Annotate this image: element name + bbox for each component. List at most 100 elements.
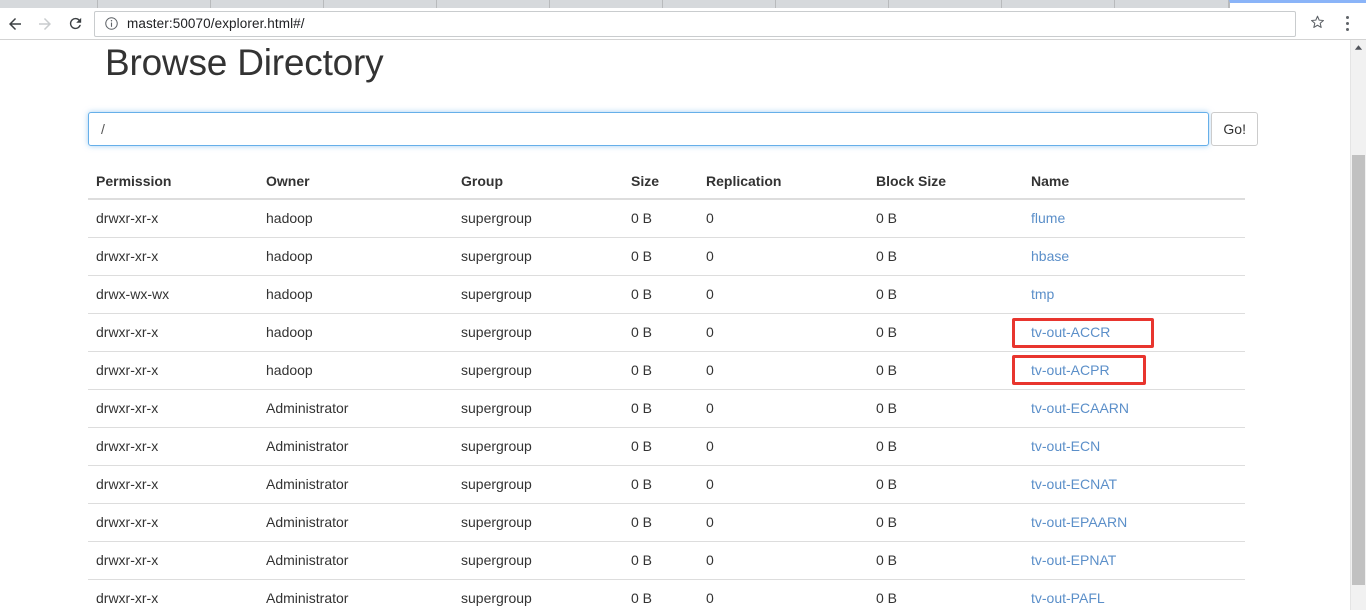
path-input[interactable]: [88, 112, 1210, 146]
column-header-size: Size: [623, 165, 698, 200]
cell-name: hbase: [1023, 237, 1245, 276]
column-header-permission: Permission: [88, 165, 258, 200]
scrollbar-thumb[interactable]: [1352, 155, 1365, 585]
table-header: Permission Owner Group Size Replication …: [88, 165, 1245, 200]
cell-owner: Administrator: [258, 541, 453, 580]
arrow-right-icon: [36, 15, 54, 33]
file-name-link[interactable]: tv-out-ECAARN: [1031, 400, 1129, 416]
table-row: drwx-wx-wx hadoop supergroup 0 B00 Btmp: [88, 275, 1245, 314]
tab-sliver[interactable]: [550, 0, 663, 8]
column-header-name: Name: [1023, 165, 1245, 200]
tab-active[interactable]: [1229, 0, 1366, 8]
file-name-link[interactable]: hbase: [1031, 248, 1069, 264]
cell-block-size: 0 B: [868, 275, 1023, 314]
column-header-replication: Replication: [698, 165, 868, 200]
cell-permission: drwxr-xr-x: [96, 210, 159, 226]
file-name-link[interactable]: tv-out-EPAARN: [1031, 514, 1127, 530]
cell-block-size: 0 B: [868, 313, 1023, 352]
cell-permission: drwxr-xr-x: [88, 313, 258, 352]
back-button[interactable]: [0, 9, 30, 39]
tab-sliver[interactable]: [663, 0, 776, 8]
cell-owner: hadoop: [258, 351, 453, 390]
cell-block-size: 0 B: [868, 579, 1023, 610]
cell-owner: Administrator: [258, 427, 453, 466]
tab-sliver[interactable]: [0, 0, 98, 8]
table-row: drwxr-xr-x hadoop supergroup 0 B 0 0 B flume: [88, 199, 1245, 238]
go-button[interactable]: Go!: [1211, 112, 1258, 146]
file-name-link[interactable]: flume: [1031, 210, 1065, 226]
cell-name: tv-out-ACCR: [1023, 313, 1245, 352]
path-form: Go!: [88, 112, 1258, 146]
cell-group: supergroup: [453, 313, 623, 352]
info-circle-icon[interactable]: [103, 16, 119, 32]
file-name-link[interactable]: tv-out-PAFL: [1031, 590, 1105, 606]
cell-permission: drwxr-xr-x: [88, 579, 258, 610]
file-name-link[interactable]: tv-out-EPNAT: [1031, 552, 1116, 568]
cell-permission: drwxr-xr-x: [88, 465, 258, 504]
cell-replication: 0: [698, 541, 868, 580]
tab-sliver[interactable]: [211, 0, 324, 8]
cell-size: 0 B: [623, 579, 698, 610]
address-bar[interactable]: master:50070/explorer.html#/: [94, 10, 1296, 37]
cell-name: tv-out-PAFL: [1023, 579, 1245, 610]
table-row: drwxr-xr-x Administrator supergroup 0 B00 B…: [88, 541, 1245, 580]
cell-group: supergroup: [453, 351, 623, 390]
tab-sliver[interactable]: [324, 0, 437, 8]
cell-block-size: 0 B: [868, 427, 1023, 466]
column-header-group: Group: [453, 165, 623, 200]
file-name-link[interactable]: tv-out-ECNAT: [1031, 476, 1117, 492]
table-row: drwxr-xr-x hadoop supergroup 0 B00 Btv-out-…: [88, 351, 1245, 390]
cell-owner: hadoop: [258, 275, 453, 314]
cell-group: supergroup: [453, 427, 623, 466]
page-title: Browse Directory: [105, 42, 384, 83]
cell-block-size: 0 B: [868, 465, 1023, 504]
table-row: drwxr-xr-x Administrator supergroup 0 B00 B…: [88, 503, 1245, 542]
reload-button[interactable]: [60, 9, 90, 39]
cell-size: 0 B: [631, 210, 653, 226]
page-content: Browse Directory Go! Permission Owner Gr…: [88, 40, 1258, 610]
cell-owner: Administrator: [258, 465, 453, 504]
file-name-link[interactable]: tv-out-ACCR: [1031, 324, 1110, 340]
scroll-up-button[interactable]: [1351, 40, 1366, 56]
table-row: drwxr-xr-x Administrator supergroup 0 B00 B…: [88, 389, 1245, 428]
browser-menu-button[interactable]: [1332, 9, 1362, 39]
tab-sliver[interactable]: [776, 0, 889, 8]
tab-sliver[interactable]: [1115, 0, 1229, 8]
tab-sliver[interactable]: [1002, 0, 1115, 8]
cell-replication: 0: [698, 579, 868, 610]
cell-permission: drwxr-xr-x: [88, 541, 258, 580]
cell-block-size: 0 B: [876, 210, 898, 226]
cell-group: supergroup: [453, 541, 623, 580]
cell-replication: 0: [698, 351, 868, 390]
tab-strip: [0, 0, 1366, 8]
cell-size: 0 B: [623, 313, 698, 352]
file-name-link[interactable]: tv-out-ACPR: [1031, 362, 1110, 378]
cell-owner: hadoop: [258, 237, 453, 276]
table-header-row: Permission Owner Group Size Replication …: [88, 165, 1245, 200]
cell-replication: 0: [698, 313, 868, 352]
tab-sliver[interactable]: [98, 0, 211, 8]
page-viewport: Browse Directory Go! Permission Owner Gr…: [0, 40, 1366, 610]
cell-name: flume: [1023, 199, 1245, 238]
page-scrollbar[interactable]: [1350, 40, 1366, 610]
table-row: drwxr-xr-x Administrator supergroup 0 B00 B…: [88, 579, 1245, 610]
cell-group: supergroup: [453, 579, 623, 610]
tab-sliver[interactable]: [437, 0, 550, 8]
cell-name: tv-out-EPAARN: [1023, 503, 1245, 542]
cell-permission: drwxr-xr-x: [88, 389, 258, 428]
cell-name: tv-out-EPNAT: [1023, 541, 1245, 580]
bookmark-button[interactable]: [1302, 9, 1332, 39]
file-name-link[interactable]: tmp: [1031, 286, 1054, 302]
table-row: drwxr-xr-x hadoop supergroup 0 B00 Btv-out-…: [88, 313, 1245, 352]
tab-sliver[interactable]: [889, 0, 1002, 8]
cell-size: 0 B: [623, 275, 698, 314]
cell-replication: 0: [698, 389, 868, 428]
forward-button[interactable]: [30, 9, 60, 39]
cell-name: tv-out-ECN: [1023, 427, 1245, 466]
cell-owner: Administrator: [258, 579, 453, 610]
browser-toolbar: master:50070/explorer.html#/: [0, 8, 1366, 40]
file-name-link[interactable]: tv-out-ECN: [1031, 438, 1100, 454]
cell-owner: Administrator: [258, 503, 453, 542]
cell-name: tv-out-ECAARN: [1023, 389, 1245, 428]
cell-block-size: 0 B: [868, 351, 1023, 390]
